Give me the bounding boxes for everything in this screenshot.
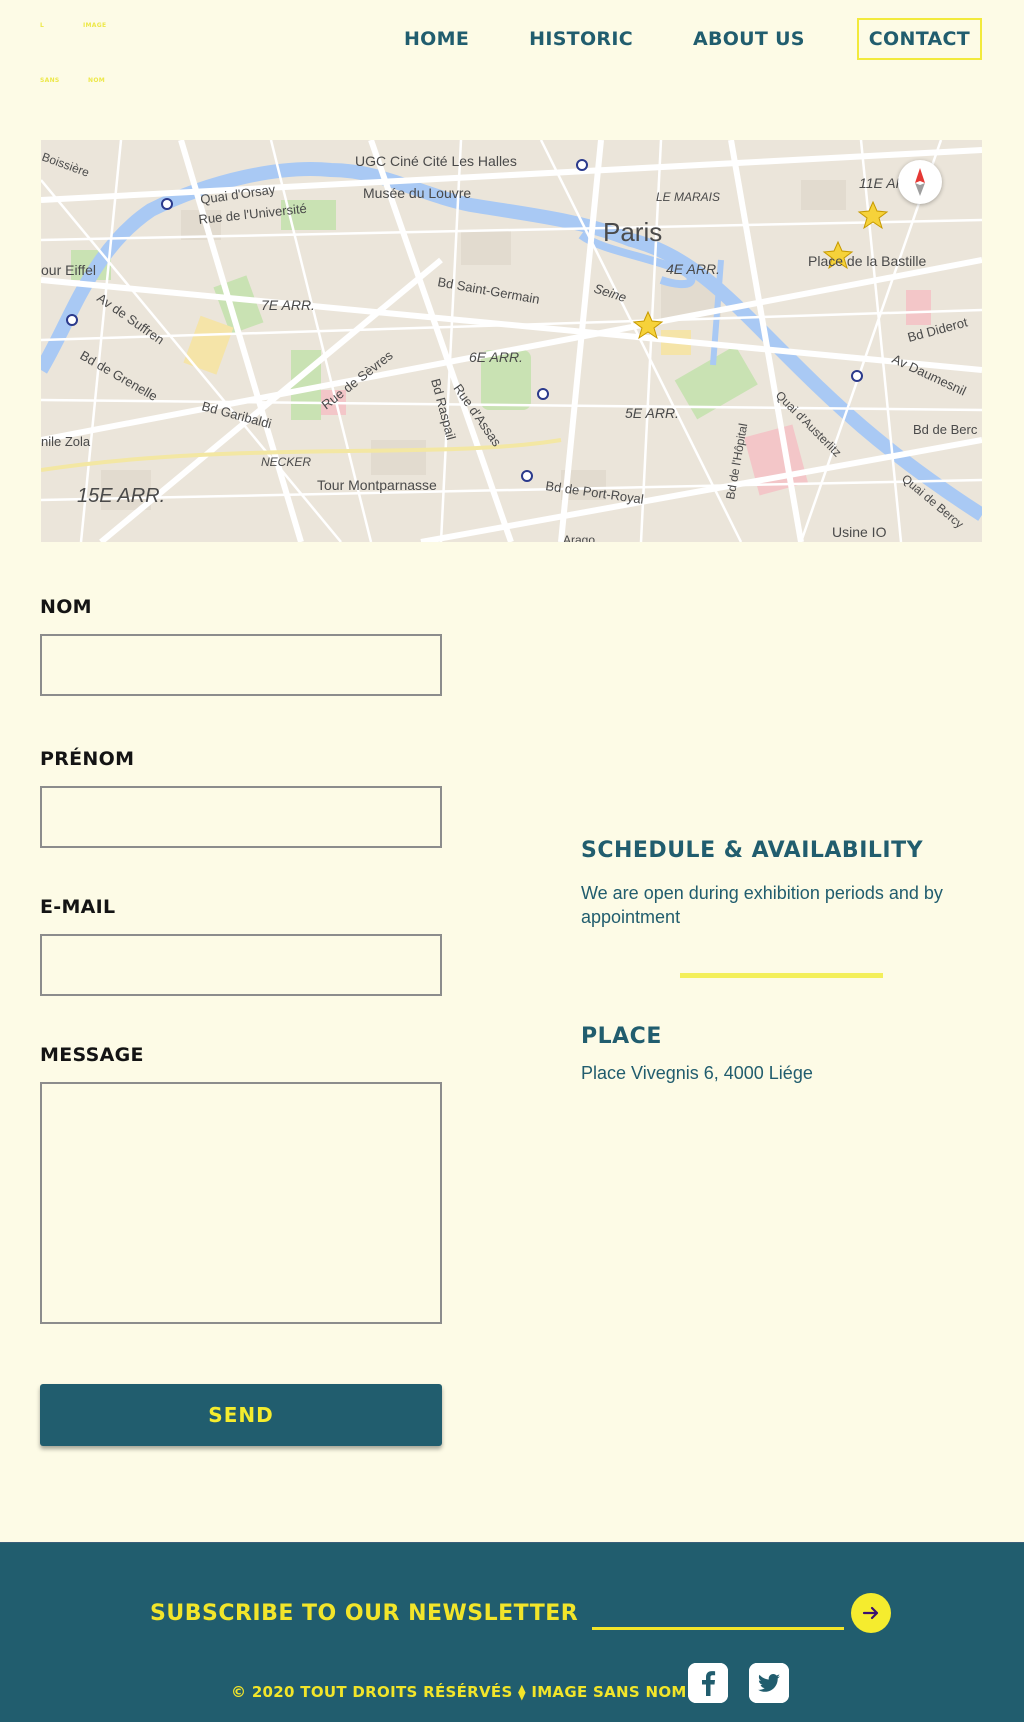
logo-text-image: IMAGE [83,22,107,29]
schedule-text: We are open during exhibition periods an… [581,883,943,927]
nav-historic[interactable]: HISTORIC [521,20,641,58]
facebook-icon [688,1663,728,1703]
divider [680,973,883,978]
map-label-necker: NECKER [261,455,311,469]
map-label-arr6: 6E ARR. [469,349,523,365]
newsletter-email-input[interactable] [592,1596,845,1630]
message-field[interactable] [40,1082,442,1324]
map-label-berc: Bd de Berc [913,422,978,437]
map-label-marais: LE MARAIS [656,190,720,204]
logo-text-nom: NOM [88,77,105,84]
main-nav: HOME HISTORIC ABOUT US CONTACT [352,18,982,60]
map[interactable]: UGC Ciné Cité Les Halles Musée du Louvre… [41,140,982,542]
email-label: E-MAIL [40,896,116,918]
prenom-field[interactable] [40,786,442,848]
twitter-link[interactable] [749,1663,789,1703]
map-label-arago: Arago [563,533,595,542]
map-label-bastille: Place de la Bastille [808,253,927,269]
map-label-arr15: 15E ARR. [77,485,165,507]
map-label-usine: Usine IO [832,524,887,540]
compass-icon [915,168,925,196]
arrow-right-icon [863,1606,879,1620]
nav-home[interactable]: HOME [396,20,477,58]
nav-about-us[interactable]: ABOUT US [685,20,813,58]
nom-label: NOM [40,596,92,618]
nom-field[interactable] [40,634,442,696]
schedule-title: SCHEDULE & AVAILABILITY [581,838,924,863]
logo-text-sans: SANS [40,77,60,84]
prenom-label: PRÉNOM [40,748,135,770]
place-text: Place Vivegnis 6, 4000 Liége [581,1063,813,1083]
map-label-louvre: Musée du Louvre [363,185,471,201]
facebook-link[interactable] [688,1663,728,1703]
copyright-text: © 2020 TOUT DROITS RÉSÉRVÉS ⧫ IMAGE SANS… [231,1683,687,1701]
map-label-montparnasse: Tour Montparnasse [317,477,437,493]
place-title: PLACE [581,1024,662,1049]
nav-contact[interactable]: CONTACT [856,18,982,60]
newsletter-submit-button[interactable] [851,1593,892,1633]
map-label-paris: Paris [603,217,662,247]
message-label: MESSAGE [40,1044,144,1066]
map-label-ugc: UGC Ciné Cité Les Halles [355,153,517,169]
info-panel: SCHEDULE & AVAILABILITY We are open duri… [581,838,981,1085]
newsletter-title: SUBSCRIBE TO OUR NEWSLETTER [150,1600,579,1626]
send-button[interactable]: SEND [40,1384,442,1446]
email-field[interactable] [40,934,442,996]
map-label-zola: nile Zola [41,434,91,449]
newsletter: SUBSCRIBE TO OUR NEWSLETTER [150,1593,892,1633]
map-label-arr4: 4E ARR. [666,261,720,277]
map-canvas: UGC Ciné Cité Les Halles Musée du Louvre… [41,140,982,542]
twitter-icon [749,1663,789,1703]
logo-text-l: L [40,22,45,29]
compass-button[interactable] [898,160,942,204]
footer: SUBSCRIBE TO OUR NEWSLETTER © 2020 TOUT … [0,1542,1024,1722]
map-label-eiffel: our Eiffel [41,262,96,278]
logo[interactable]: L IMAGE SANS NOM [40,22,130,92]
map-label-arr5: 5E ARR. [625,405,679,421]
map-label-arr7: 7E ARR. [261,297,315,313]
contact-form: NOM PRÉNOM E-MAIL MESSAGE SEND [40,596,442,1446]
